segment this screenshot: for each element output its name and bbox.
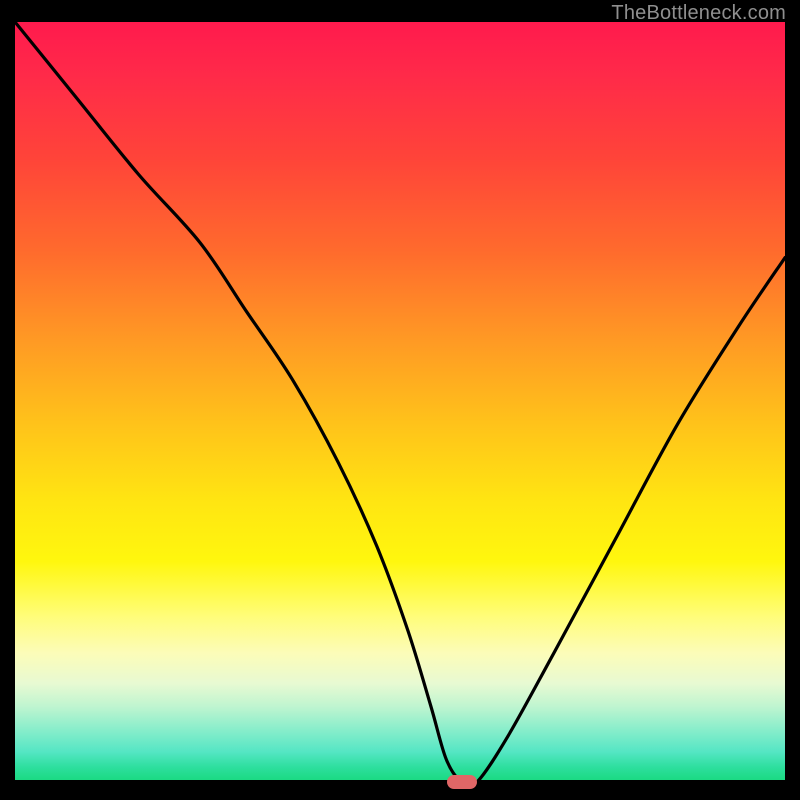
optimum-marker: [447, 775, 477, 789]
plot-area: [15, 22, 785, 782]
chart-frame: TheBottleneck.com: [0, 0, 800, 800]
bottleneck-curve: [15, 22, 785, 782]
